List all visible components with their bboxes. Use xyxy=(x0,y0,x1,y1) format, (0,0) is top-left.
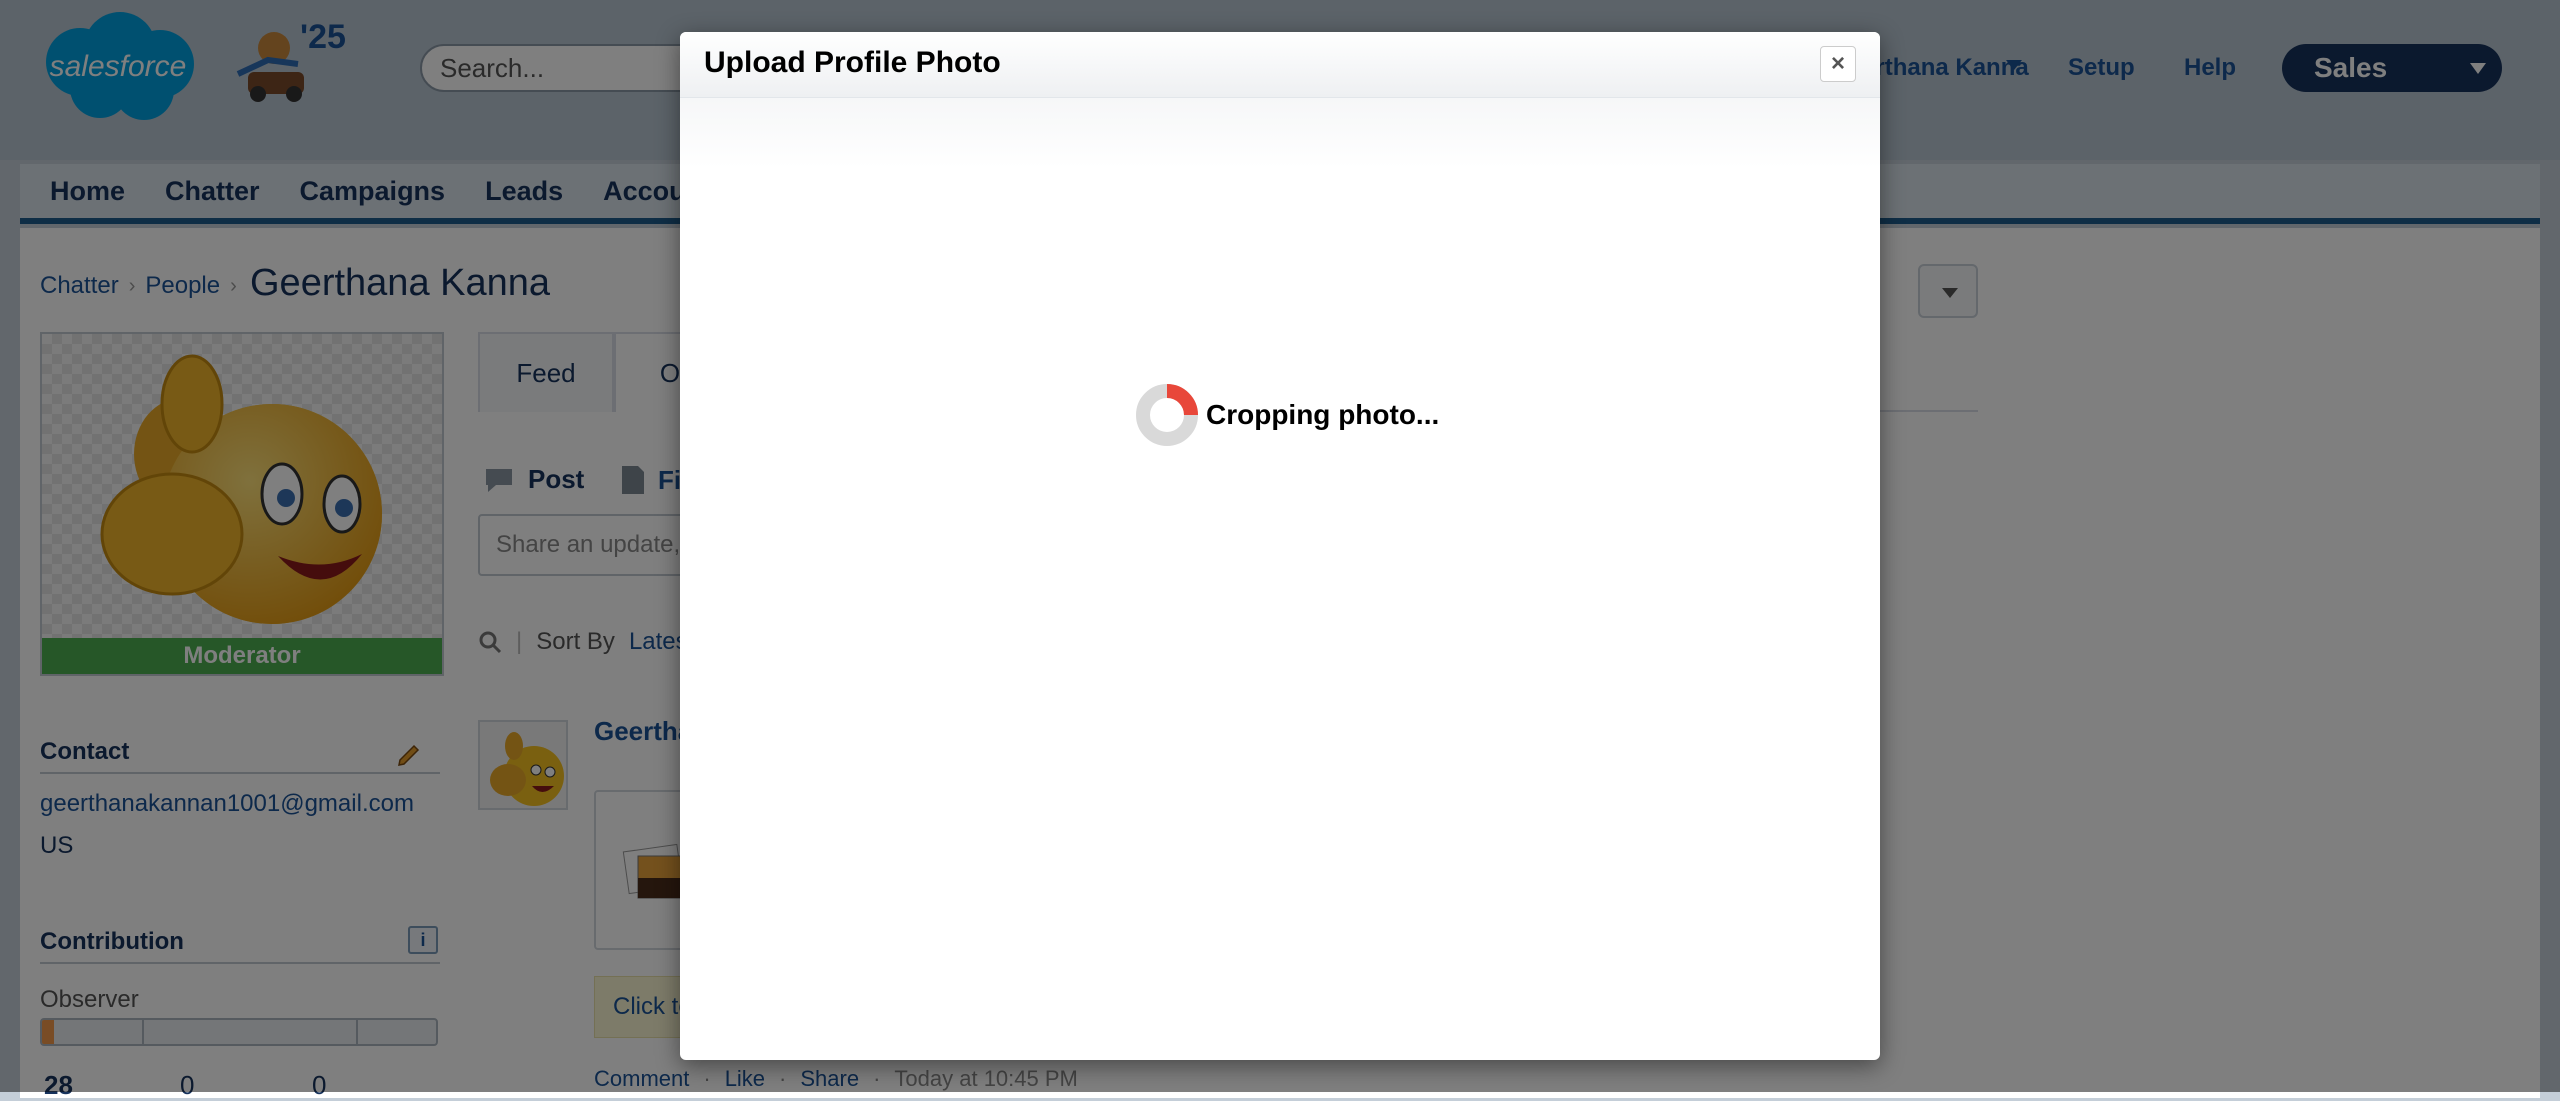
loading-status: Cropping photo... xyxy=(1134,382,1439,448)
dialog-header: Upload Profile Photo × xyxy=(680,32,1880,98)
upload-photo-dialog: Upload Profile Photo × Cropping photo... xyxy=(680,32,1880,1060)
dialog-title: Upload Profile Photo xyxy=(704,46,1001,79)
loading-spinner-icon xyxy=(1136,384,1198,446)
dialog-header-shadow xyxy=(680,98,1880,168)
close-icon[interactable]: × xyxy=(1820,46,1856,82)
status-text: Cropping photo... xyxy=(1206,399,1440,430)
